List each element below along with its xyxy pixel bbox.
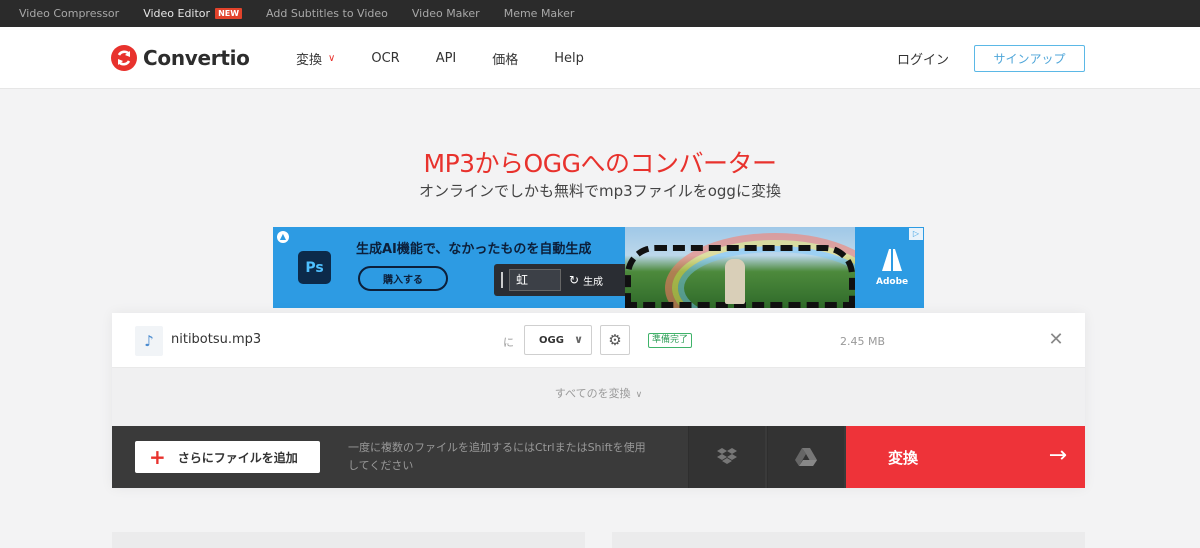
topbar-link-video-compressor[interactable]: Video Compressor [19, 7, 119, 20]
convert-button[interactable]: 変換 → [846, 426, 1085, 488]
arrow-right-icon: → [1048, 443, 1067, 468]
topbar-link-meme-maker[interactable]: Meme Maker [504, 7, 575, 20]
multi-select-hint: 一度に複数のファイルを追加するにはCtrlまたはShiftを使用 してください [348, 439, 668, 475]
add-files-button[interactable]: + さらにファイルを追加 [135, 441, 320, 473]
page-title: MP3からOGGへのコンバーター [423, 149, 777, 178]
to-label: に [503, 336, 514, 349]
adobe-wordmark: Adobe [876, 277, 909, 287]
convert-all-label: すべてのを変換 [554, 387, 631, 400]
ad-buy-button[interactable]: 購入する [358, 266, 448, 291]
ad-generate-box: 虹 ↻ 生成 [494, 264, 630, 296]
remove-file-button[interactable]: ✕ [1046, 330, 1066, 350]
nav-convert[interactable]: 変換 ∨ [296, 49, 335, 68]
convert-all-toggle[interactable]: すべてのを変換 ∨ [112, 385, 1085, 401]
google-drive-button[interactable] [767, 426, 844, 488]
chevron-down-icon: ∨ [574, 333, 583, 346]
gear-icon: ⚙ [608, 331, 622, 349]
photoshop-app-icon: Ps [298, 251, 331, 284]
brand-logo[interactable]: Convertio [111, 45, 250, 71]
converter-panel: ♪ nitibotsu.mp3 に OGG ∨ ⚙ 準備完了 2.45 MB ✕… [112, 313, 1085, 488]
nav-pricing[interactable]: 価格 [492, 49, 518, 68]
ad-generate-text: 生成 [583, 276, 604, 288]
chevron-down-icon: ∨ [328, 53, 336, 64]
adchoices-icon[interactable]: ▷ [909, 228, 923, 240]
dropbox-button[interactable] [688, 426, 765, 488]
output-format-select[interactable]: OGG ∨ [524, 325, 592, 355]
ad-prompt-field: 虹 [509, 269, 561, 291]
nav-ocr[interactable]: OCR [371, 49, 399, 68]
signup-button[interactable]: サインアップ [974, 45, 1085, 72]
ad-generate-label: ↻ 生成 [569, 273, 603, 288]
text-cursor-icon [501, 272, 503, 288]
site-header: Convertio 変換 ∨ OCR API 価格 Help ログイン サインアッ… [0, 27, 1200, 89]
main-nav: 変換 ∨ OCR API 価格 Help [296, 49, 620, 68]
dropbox-icon [717, 448, 737, 464]
lower-card [612, 532, 1085, 548]
topbar-link-video-maker[interactable]: Video Maker [412, 7, 480, 20]
topbar-link-add-subtitles[interactable]: Add Subtitles to Video [266, 7, 388, 20]
advertisement-banner[interactable]: ▲ Ps 生成AI機能で、なかったものを自動生成 購入する 虹 ↻ 生成 Adob… [273, 227, 924, 308]
generate-icon: ↻ [569, 273, 580, 287]
action-bar: + さらにファイルを追加 一度に複数のファイルを追加するにはCtrlまたはShi… [112, 426, 1085, 488]
topbar-link-label: Video Editor [143, 7, 211, 20]
adobe-icon [882, 249, 902, 271]
file-size: 2.45 MB [840, 335, 886, 348]
person-figure [725, 259, 745, 304]
google-drive-icon [795, 448, 817, 466]
settings-button[interactable]: ⚙ [600, 325, 630, 355]
output-format-value: OGG [539, 334, 564, 346]
hint-line: してください [348, 459, 414, 472]
nav-api[interactable]: API [436, 49, 457, 68]
lower-card [112, 532, 585, 548]
top-promo-bar: Video Compressor Video Editor NEW Add Sub… [0, 0, 1200, 27]
file-name: nitibotsu.mp3 [171, 332, 262, 347]
status-badge: 準備完了 [648, 333, 693, 348]
chevron-down-icon: ∨ [635, 390, 643, 400]
add-files-label: さらにファイルを追加 [177, 450, 298, 465]
page-subtitle: オンラインでしかも無料でmp3ファイルをoggに変換 [419, 182, 781, 200]
file-row: ♪ nitibotsu.mp3 に OGG ∨ ⚙ 準備完了 2.45 MB ✕ [112, 313, 1085, 368]
music-note-icon: ♪ [135, 326, 163, 356]
close-icon: ✕ [1048, 329, 1064, 350]
plus-icon: + [149, 445, 166, 469]
nav-convert-label: 変換 [296, 53, 323, 68]
ad-headline: 生成AI機能で、なかったものを自動生成 [356, 242, 592, 257]
nav-help[interactable]: Help [554, 49, 584, 68]
brand-name: Convertio [143, 46, 250, 70]
ad-info-icon[interactable]: ▲ [277, 231, 289, 243]
convert-label: 変換 [888, 448, 919, 467]
new-badge: NEW [215, 8, 243, 19]
login-link[interactable]: ログイン [897, 49, 949, 68]
logo-icon [111, 45, 137, 71]
topbar-link-video-editor[interactable]: Video Editor NEW [143, 7, 243, 20]
hint-line: 一度に複数のファイルを追加するにはCtrlまたはShiftを使用 [348, 441, 646, 454]
ad-landscape-image [625, 227, 855, 308]
